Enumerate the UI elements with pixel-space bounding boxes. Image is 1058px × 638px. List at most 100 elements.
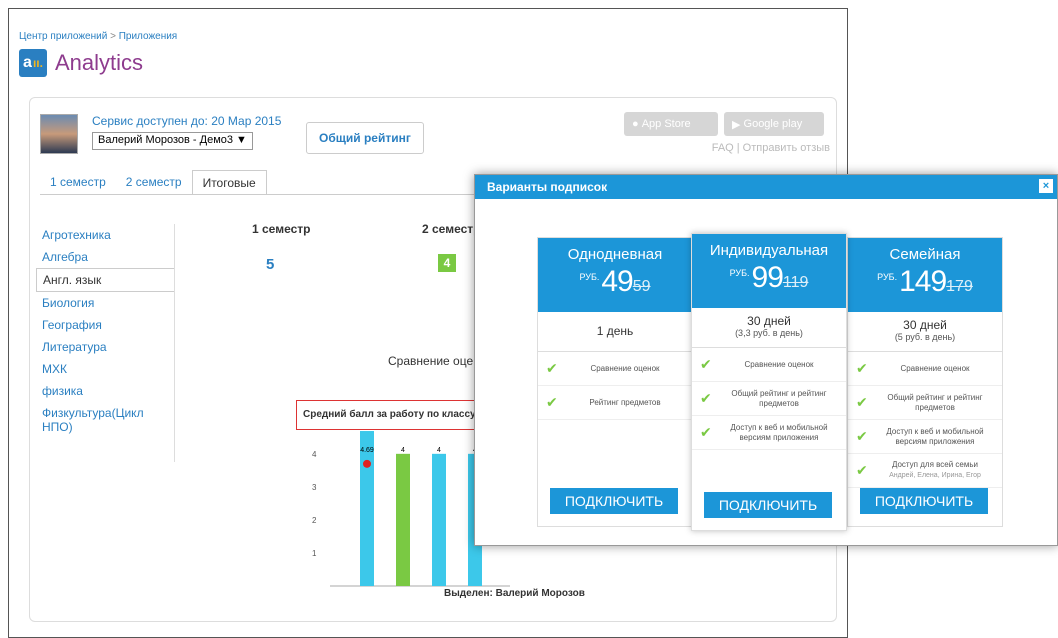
page-title: Analytics (55, 50, 144, 75)
family-note: Андрей, Елена, Ирина, Егор (889, 472, 981, 479)
apple-icon: ● (632, 118, 642, 130)
subscribe-daily-button[interactable]: ПОДКЛЮЧИТЬ (550, 488, 678, 514)
feature-row: ✔ Доступ для всей семьи Андрей, Елена, Ири… (848, 454, 1002, 488)
subject-item[interactable]: физика (36, 380, 174, 402)
bar-value-label: 4 (401, 447, 405, 454)
semester-1-label: 1 семестр (252, 222, 311, 236)
subject-item[interactable]: Физкультура(Цикл НПО) (36, 402, 174, 438)
plan-individual: Индивидуальная РУБ. 99 119 30 дней (3,3 … (691, 233, 847, 531)
faq-links[interactable]: FAQ | Отправить отзыв (680, 142, 830, 154)
subject-list: Агротехника Алгебра Англ. язык Биология … (36, 224, 174, 438)
subject-divider (174, 224, 175, 462)
subscribe-individual-button[interactable]: ПОДКЛЮЧИТЬ (704, 492, 832, 518)
plan-daily: Однодневная РУБ. 49 59 1 день ✔ Сравнение… (537, 237, 693, 527)
feature-text: Доступ к веб и мобильной версиям приложе… (730, 422, 828, 442)
subject-item[interactable]: Биология (36, 292, 174, 314)
tab-semester-1[interactable]: 1 семестр (40, 170, 116, 195)
plan-family: Семейная РУБ. 149 179 30 дней (5 руб. в … (847, 237, 1003, 527)
service-status: Сервис доступен до: 20 Мар 2015 (92, 114, 282, 128)
plan-name: Семейная (889, 246, 961, 263)
plan-duration: 1 день (538, 312, 692, 352)
feature-text: Сравнение оценок (900, 363, 970, 373)
feature-row: ✔ Рейтинг предметов (538, 386, 692, 420)
subject-item[interactable]: География (36, 314, 174, 336)
price: РУБ. 99 119 (692, 261, 846, 295)
old-price: 179 (946, 278, 973, 295)
check-icon: ✔ (546, 394, 558, 410)
plan-name: Индивидуальная (709, 242, 829, 259)
breadcrumb-root[interactable]: Центр приложений (19, 31, 107, 42)
close-icon[interactable]: × (1039, 179, 1053, 193)
app-store-button[interactable]: ● App Store (624, 112, 718, 136)
check-icon: ✔ (856, 360, 868, 376)
currency: РУБ. (579, 272, 600, 282)
feature-row: ✔ Общий рейтинг и рейтинг предметов (848, 386, 1002, 420)
feature-row: ✔ Доступ к веб и мобильной версиям прилож… (848, 420, 1002, 454)
check-icon: ✔ (856, 462, 868, 478)
check-icon: ✔ (856, 394, 868, 410)
selected-point-marker (363, 459, 371, 468)
google-play-button[interactable]: ▶ Google play (724, 112, 824, 136)
feature-text: Рейтинг предметов (589, 397, 661, 407)
price-value: 99 (751, 261, 784, 294)
old-price: 59 (632, 278, 651, 295)
plan-header: Индивидуальная РУБ. 99 119 (692, 234, 846, 308)
chart-title: Сравнение оце (388, 354, 474, 368)
feature-row: ✔ Доступ к веб и мобильной версиям прилож… (692, 416, 846, 450)
feature-row: ✔ Сравнение оценок (538, 352, 692, 386)
tab-divider (40, 194, 480, 195)
chart-bar[interactable] (396, 453, 410, 586)
plan-duration: 30 дней (3,3 руб. в день) (692, 308, 846, 348)
semester-tabs: 1 семестр 2 семестр Итоговые (40, 170, 267, 195)
duration-text: 1 день (596, 324, 634, 338)
feature-text: Общий рейтинг и рейтинг предметов (887, 392, 983, 412)
price: РУБ. 49 59 (538, 265, 692, 299)
avatar (40, 114, 78, 154)
price-value: 149 (899, 265, 947, 298)
y-tick-label: 1 (312, 549, 317, 558)
chart-selected-label: Выделен: Валерий Морозов (444, 588, 585, 599)
semester-2-label: 2 семестр (422, 222, 481, 236)
user-select[interactable]: Валерий Морозов - Демо3 ▼ (92, 132, 253, 150)
feature-row: ✔ Сравнение оценок (848, 352, 1002, 386)
y-tick-label: 4 (312, 450, 317, 459)
breadcrumb-separator: > (110, 31, 116, 42)
play-icon: ▶ (732, 118, 744, 131)
chart-bar[interactable] (360, 431, 374, 586)
feature-text: Сравнение оценок (590, 363, 660, 373)
subscribe-family-button[interactable]: ПОДКЛЮЧИТЬ (860, 488, 988, 514)
old-price: 119 (782, 274, 809, 291)
subject-item-active[interactable]: Англ. язык (36, 268, 174, 292)
subscription-modal: Варианты подписок × Однодневная РУБ. 49 … (474, 174, 1058, 546)
modal-title: Варианты подписок (487, 180, 608, 194)
tab-final[interactable]: Итоговые (191, 170, 267, 195)
modal-header: Варианты подписок × (475, 175, 1057, 199)
breadcrumb: Центр приложений > Приложения (19, 31, 177, 42)
feature-text: Доступ для всей семьи Андрей, Елена, Ирин… (889, 460, 981, 479)
check-icon: ✔ (546, 360, 558, 376)
subject-item[interactable]: Агротехника (36, 224, 174, 246)
subject-item[interactable]: МХК (36, 358, 174, 380)
subject-item[interactable]: Литература (36, 336, 174, 358)
semester-2-grade: 4 (438, 254, 456, 272)
bar-value-label: 4 (437, 447, 441, 454)
tab-semester-2[interactable]: 2 семестр (116, 170, 192, 195)
duration-subtext: (3,3 руб. в день) (735, 328, 803, 338)
plan-header: Однодневная РУБ. 49 59 (538, 238, 692, 312)
subject-item[interactable]: Алгебра (36, 246, 174, 268)
feature-text: Доступ к веб и мобильной версиям приложе… (886, 426, 984, 446)
check-icon: ✔ (700, 424, 712, 440)
check-icon: ✔ (856, 428, 868, 444)
analytics-logo-icon: a ıı. (19, 49, 47, 77)
duration-text: 30 дней (903, 318, 947, 332)
semester-1-grade: 5 (266, 256, 275, 273)
y-tick-label: 2 (312, 516, 317, 525)
overall-rating-button[interactable]: Общий рейтинг (306, 122, 424, 154)
brand: a ıı. Analytics (19, 49, 143, 77)
currency: РУБ. (877, 272, 898, 282)
chart-bar[interactable] (432, 453, 446, 586)
duration-subtext: (5 руб. в день) (894, 332, 956, 342)
breadcrumb-current[interactable]: Приложения (119, 31, 178, 42)
check-icon: ✔ (700, 390, 712, 406)
duration-text: 30 дней (747, 314, 791, 328)
